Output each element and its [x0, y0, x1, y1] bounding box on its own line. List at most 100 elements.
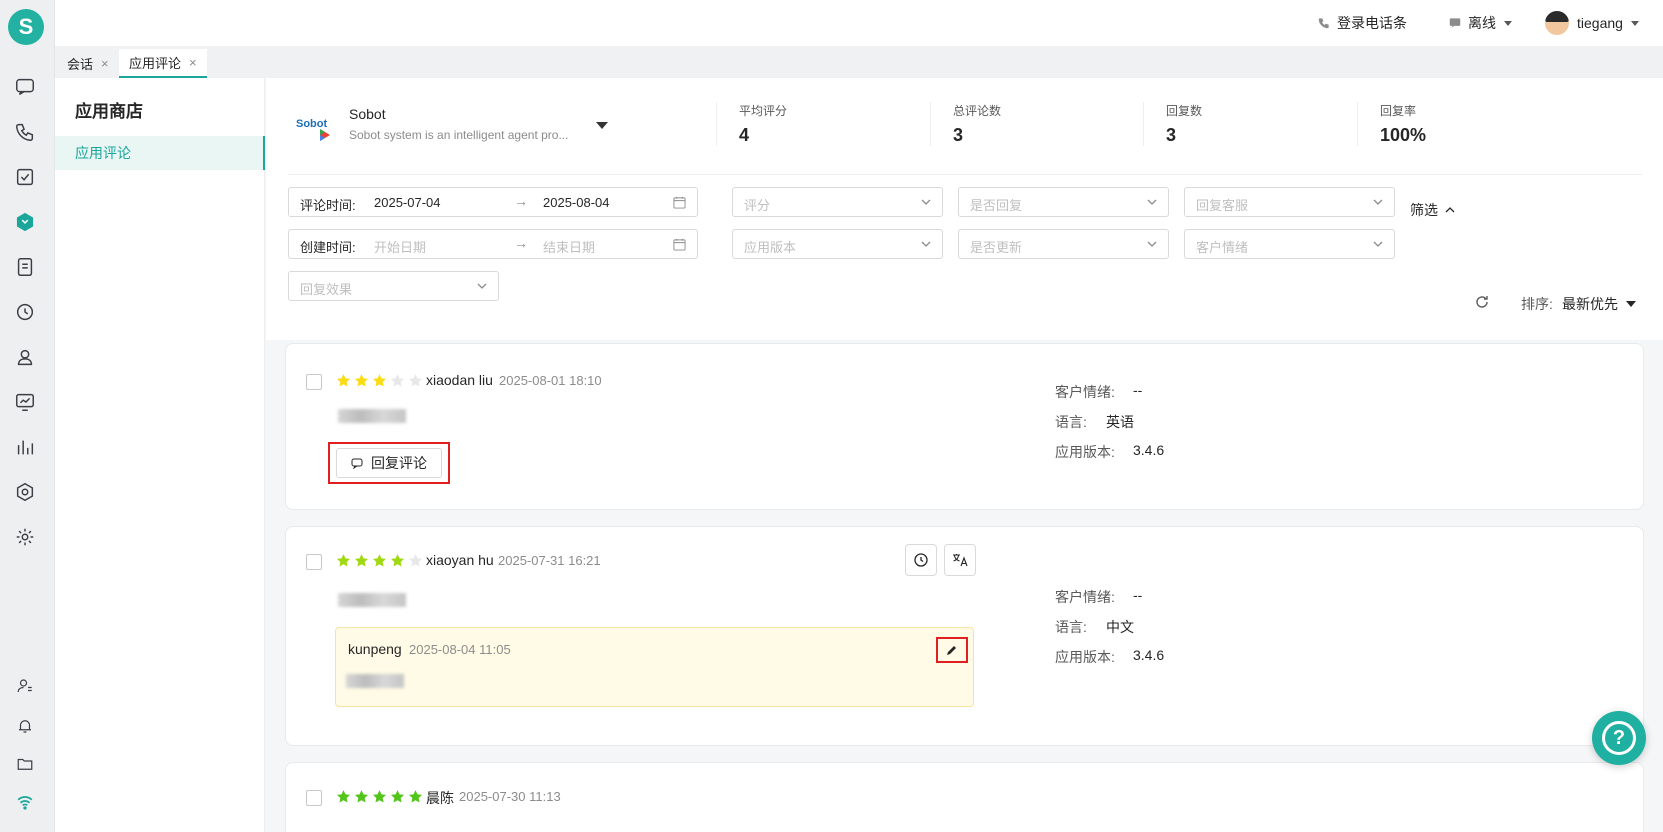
sidebar-item-app-reviews[interactable]: 应用评论 [55, 136, 265, 170]
app-version-select[interactable]: 应用版本 [732, 229, 943, 259]
create-time-end[interactable]: 结束日期 [543, 237, 595, 256]
document-icon[interactable] [14, 256, 36, 278]
task-icon[interactable] [14, 166, 36, 188]
history-icon [914, 553, 928, 567]
language-label: 语言: [1055, 619, 1087, 635]
bell-icon[interactable] [16, 717, 34, 735]
phone-icon[interactable] [14, 121, 36, 143]
sidebar-item-label: 应用评论 [75, 145, 131, 161]
create-time-range[interactable]: 创建时间: 开始日期 → 结束日期 [288, 229, 698, 259]
review-content-blurred [338, 593, 406, 607]
stat-label: 总评论数 [953, 104, 1002, 118]
review-time-range[interactable]: 评论时间: 2025-07-04 → 2025-08-04 [288, 187, 698, 217]
chevron-down-icon [1630, 20, 1639, 26]
main-content: Sobot Sobot Sobot system is an intellige… [266, 78, 1663, 832]
message-status-icon [1449, 18, 1461, 28]
sort-dropdown[interactable]: 最新优先 [1562, 294, 1636, 314]
review-card: xiaodan liu 2025-08-01 18:10 回复评论 客户情绪: … [285, 343, 1644, 510]
settings-icon[interactable] [14, 526, 36, 548]
top-header: 登录电话条 离线 tiegang [55, 0, 1663, 46]
reply-content-blurred [346, 674, 404, 688]
history-icon[interactable] [14, 301, 36, 323]
stat-reply-rate: 回复率 100% [1357, 102, 1426, 146]
app-icon-text: Sobot [296, 118, 327, 130]
review-checkbox[interactable] [306, 790, 322, 806]
statistics-icon[interactable] [14, 436, 36, 458]
star-filled-icon [336, 554, 351, 567]
username: tiegang [1577, 15, 1623, 31]
updated-placeholder: 是否更新 [970, 240, 1023, 255]
review-time-label: 评论时间: [300, 198, 356, 213]
filter-toggle-button[interactable]: 筛选 [1410, 200, 1456, 220]
reply-effect-select[interactable]: 回复效果 [288, 271, 499, 301]
filter-panel: Sobot Sobot Sobot system is an intellige… [266, 78, 1663, 340]
pencil-icon [947, 646, 956, 655]
star-filled-icon [390, 554, 405, 567]
close-icon[interactable]: × [101, 56, 109, 71]
monitor-icon[interactable] [14, 391, 36, 413]
stat-average-rating: 平均评分 4 [716, 102, 787, 146]
chat-icon[interactable] [14, 76, 36, 98]
language-value: 英语 [1106, 414, 1134, 430]
replied-select[interactable]: 是否回复 [958, 187, 1169, 217]
history-button[interactable] [905, 544, 937, 576]
app-store-icon[interactable] [14, 211, 36, 233]
tab-app-reviews[interactable]: 应用评论 × [119, 49, 207, 78]
chevron-down-icon [1373, 199, 1383, 205]
review-card: xiaoyan hu 2025-07-31 16:21 kunpeng 2025… [285, 526, 1644, 746]
version-value: 3.4.6 [1133, 442, 1165, 458]
emotion-label: 客户情绪: [1055, 384, 1115, 400]
updated-select[interactable]: 是否更新 [958, 229, 1169, 259]
review-card: 晨陈 2025-07-30 11:13 [285, 762, 1644, 832]
review-checkbox[interactable] [306, 554, 322, 570]
rating-select[interactable]: 评分 [732, 187, 943, 217]
tab-label: 会话 [67, 57, 94, 72]
tab-label: 应用评论 [129, 56, 182, 71]
language-value: 中文 [1106, 619, 1134, 635]
review-time: 2025-07-31 16:21 [498, 553, 601, 568]
reply-button-label: 回复评论 [371, 455, 427, 471]
range-arrow: → [514, 235, 528, 251]
star-filled-icon [354, 790, 369, 803]
review-time-end[interactable]: 2025-08-04 [543, 195, 610, 210]
refresh-icon[interactable] [1474, 294, 1490, 310]
secondary-sidebar: 应用商店 应用评论 [55, 78, 265, 832]
user-status-icon[interactable] [16, 677, 34, 695]
review-author: 晨陈 [426, 790, 454, 806]
caret-down-icon [1626, 301, 1636, 307]
calendar-icon [673, 238, 686, 251]
divider [288, 174, 1642, 175]
folder-icon[interactable] [16, 755, 34, 773]
create-time-start[interactable]: 开始日期 [374, 237, 426, 256]
star-filled-icon [336, 790, 351, 803]
close-icon[interactable]: × [189, 55, 197, 70]
translate-icon [953, 554, 968, 567]
sort-label: 排序: [1521, 296, 1553, 312]
review-time-start[interactable]: 2025-07-04 [374, 195, 441, 210]
reply-agent-select[interactable]: 回复客服 [1184, 187, 1395, 217]
reply-review-button[interactable]: 回复评论 [336, 448, 442, 478]
customer-icon[interactable] [14, 346, 36, 368]
user-menu[interactable]: tiegang [1545, 0, 1639, 46]
tab-bar: 会话 × 应用评论 × [55, 46, 1663, 78]
stat-value: 3 [1166, 125, 1177, 145]
chevron-down-icon [1147, 241, 1157, 247]
phone-bar-login[interactable]: 登录电话条 [1317, 0, 1407, 46]
status-dropdown[interactable]: 离线 [1448, 0, 1512, 46]
phone-bar-label: 登录电话条 [1337, 15, 1407, 31]
edit-reply-button[interactable] [936, 637, 968, 663]
review-checkbox[interactable] [306, 374, 322, 390]
app-selector-dropdown[interactable] [596, 122, 608, 129]
reply-time: 2025-08-04 11:05 [409, 642, 511, 657]
customer-emotion-select[interactable]: 客户情绪 [1184, 229, 1395, 259]
security-icon[interactable] [14, 481, 36, 503]
range-arrow: → [514, 193, 528, 209]
tab-conversations[interactable]: 会话 × [57, 49, 119, 78]
language-label: 语言: [1055, 414, 1087, 430]
help-button[interactable]: ? [1592, 711, 1646, 765]
app-name: Sobot [349, 106, 386, 122]
chevron-down-icon [1504, 20, 1512, 26]
brand-logo: S [8, 9, 44, 45]
star-filled-icon [336, 374, 351, 387]
translate-button[interactable] [944, 544, 976, 576]
